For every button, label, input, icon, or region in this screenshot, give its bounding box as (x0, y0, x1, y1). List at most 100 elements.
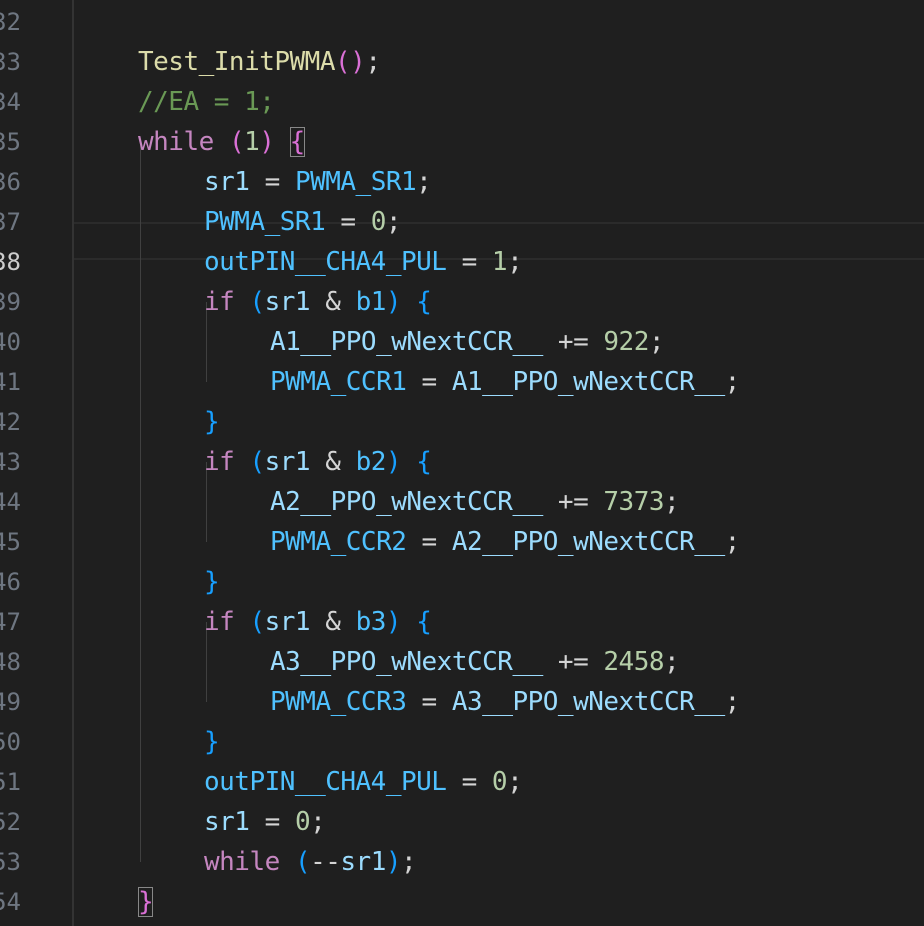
code-token: ) (259, 127, 275, 157)
code-token: while (138, 127, 214, 157)
code-line[interactable]: 49 PWMA_CCR3 = A3__PPO_wNextCCR__; (0, 682, 924, 722)
code-token: ) (385, 287, 402, 317)
code-token: 2458 (603, 647, 665, 677)
code-editor[interactable]: 32 33Test_InitPWMA(); 34 //EA = 1; 35 while (… (0, 0, 924, 926)
code-token: PWMA_SR1 (204, 207, 326, 237)
code-token: b1 (355, 287, 387, 317)
code-line[interactable]: 37 PWMA_SR1 = 0; (0, 202, 924, 242)
code-token: ) (385, 607, 402, 637)
code-line[interactable]: 36 sr1 = PWMA_SR1; (0, 162, 924, 202)
code-line[interactable]: 55 (0, 922, 924, 926)
code-token: & (310, 607, 356, 637)
code-token: if (204, 447, 235, 477)
code-line[interactable]: 54} (0, 882, 924, 922)
line-number: 41 (0, 368, 21, 396)
code-token: b2 (355, 447, 387, 477)
code-token: ; (648, 327, 665, 357)
code-token: 0 (294, 807, 311, 837)
code-token: A1__PPO_wNextCCR__ (270, 327, 543, 357)
code-text: Test_InitPWMA(); (138, 42, 381, 82)
code-token: } (138, 887, 154, 917)
code-token: += (542, 487, 604, 517)
line-number: 35 (0, 128, 21, 156)
code-token: ; (724, 367, 741, 397)
code-text: sr1 = 0; (204, 802, 326, 842)
code-token: ; (365, 47, 381, 77)
code-line[interactable]: 51 outPIN__CHA4_PUL = 0; (0, 762, 924, 802)
code-token: if (204, 607, 235, 637)
code-token: = (325, 207, 371, 237)
code-text: } (204, 562, 220, 602)
code-token: PWMA_CCR3 (270, 687, 407, 717)
code-token: & (310, 447, 356, 477)
code-text: while (1) { (138, 122, 305, 162)
code-token: = (249, 807, 295, 837)
code-token: PWMA_CCR2 (270, 527, 407, 557)
code-token: sr1 (264, 287, 311, 317)
code-token: ; (724, 527, 741, 557)
code-token: ; (401, 847, 417, 877)
code-token: ( (228, 127, 245, 157)
line-number: 55 (0, 922, 21, 926)
code-line[interactable]: 50} (0, 722, 924, 762)
code-line[interactable]: 46} (0, 562, 924, 602)
code-token: ; (310, 807, 326, 837)
line-number: 46 (0, 568, 21, 596)
code-line[interactable]: 32 (0, 2, 924, 42)
line-number: 42 (0, 408, 21, 436)
code-token: } (204, 407, 220, 437)
line-number: 54 (0, 888, 21, 916)
code-token: ; (507, 247, 523, 277)
code-token: = (406, 687, 452, 717)
code-line[interactable]: 42} (0, 402, 924, 442)
code-line[interactable]: 40 A1__PPO_wNextCCR__ += 922; (0, 322, 924, 362)
line-number: 38 (0, 248, 21, 276)
code-token: sr1 (264, 607, 311, 637)
code-token: 1 (244, 127, 260, 157)
code-token: ( (294, 847, 311, 877)
code-token: //EA = 1; (138, 87, 275, 117)
code-token: ; (385, 207, 402, 237)
code-line[interactable]: 48 A3__PPO_wNextCCR__ += 2458; (0, 642, 924, 682)
code-line[interactable]: 35 while (1) { (0, 122, 924, 162)
code-line[interactable]: 45 PWMA_CCR2 = A2__PPO_wNextCCR__; (0, 522, 924, 562)
code-line[interactable]: 44 A2__PPO_wNextCCR__ += 7373; (0, 482, 924, 522)
code-token: A1__PPO_wNextCCR__ (451, 367, 725, 397)
code-line[interactable]: 43 if (sr1 & b2) { (0, 442, 924, 482)
line-number: 32 (0, 8, 21, 36)
line-number: 43 (0, 448, 21, 476)
code-line[interactable]: 41 PWMA_CCR1 = A1__PPO_wNextCCR__; (0, 362, 924, 402)
code-text: A3__PPO_wNextCCR__ += 2458; (270, 642, 680, 682)
code-text: outPIN__CHA4_PUL = 1; (204, 242, 523, 282)
code-line[interactable]: 47 if (sr1 & b3) { (0, 602, 924, 642)
code-token: ) (385, 447, 402, 477)
code-line[interactable]: 53 while (--sr1); (0, 842, 924, 882)
code-token: { (416, 607, 432, 637)
code-line[interactable]: 34 //EA = 1; (0, 82, 924, 122)
code-line[interactable]: 33 Test_InitPWMA(); (0, 42, 924, 82)
code-token: ( (249, 447, 265, 477)
code-token: = (249, 167, 295, 197)
code-text: while (--sr1); (204, 842, 417, 882)
code-token: 1 (491, 247, 508, 277)
code-token: while (204, 847, 280, 877)
code-text: PWMA_SR1 = 0; (204, 202, 402, 242)
line-number: 34 (0, 88, 21, 116)
code-line[interactable]: 52 sr1 = 0; (0, 802, 924, 842)
code-line[interactable]: 38 outPIN__CHA4_PUL = 1; (0, 242, 924, 282)
code-text: if (sr1 & b1) { (204, 282, 432, 322)
code-token: } (204, 727, 220, 757)
code-token: = (406, 527, 452, 557)
code-line[interactable]: 39 if (sr1 & b1) { (0, 282, 924, 322)
code-text: //EA = 1; (138, 82, 275, 122)
code-token: = (446, 767, 492, 797)
line-number: 49 (0, 688, 21, 716)
code-token: () (335, 47, 366, 77)
line-number: 40 (0, 328, 21, 356)
code-token: sr1 (340, 847, 386, 877)
code-token: & (310, 287, 356, 317)
